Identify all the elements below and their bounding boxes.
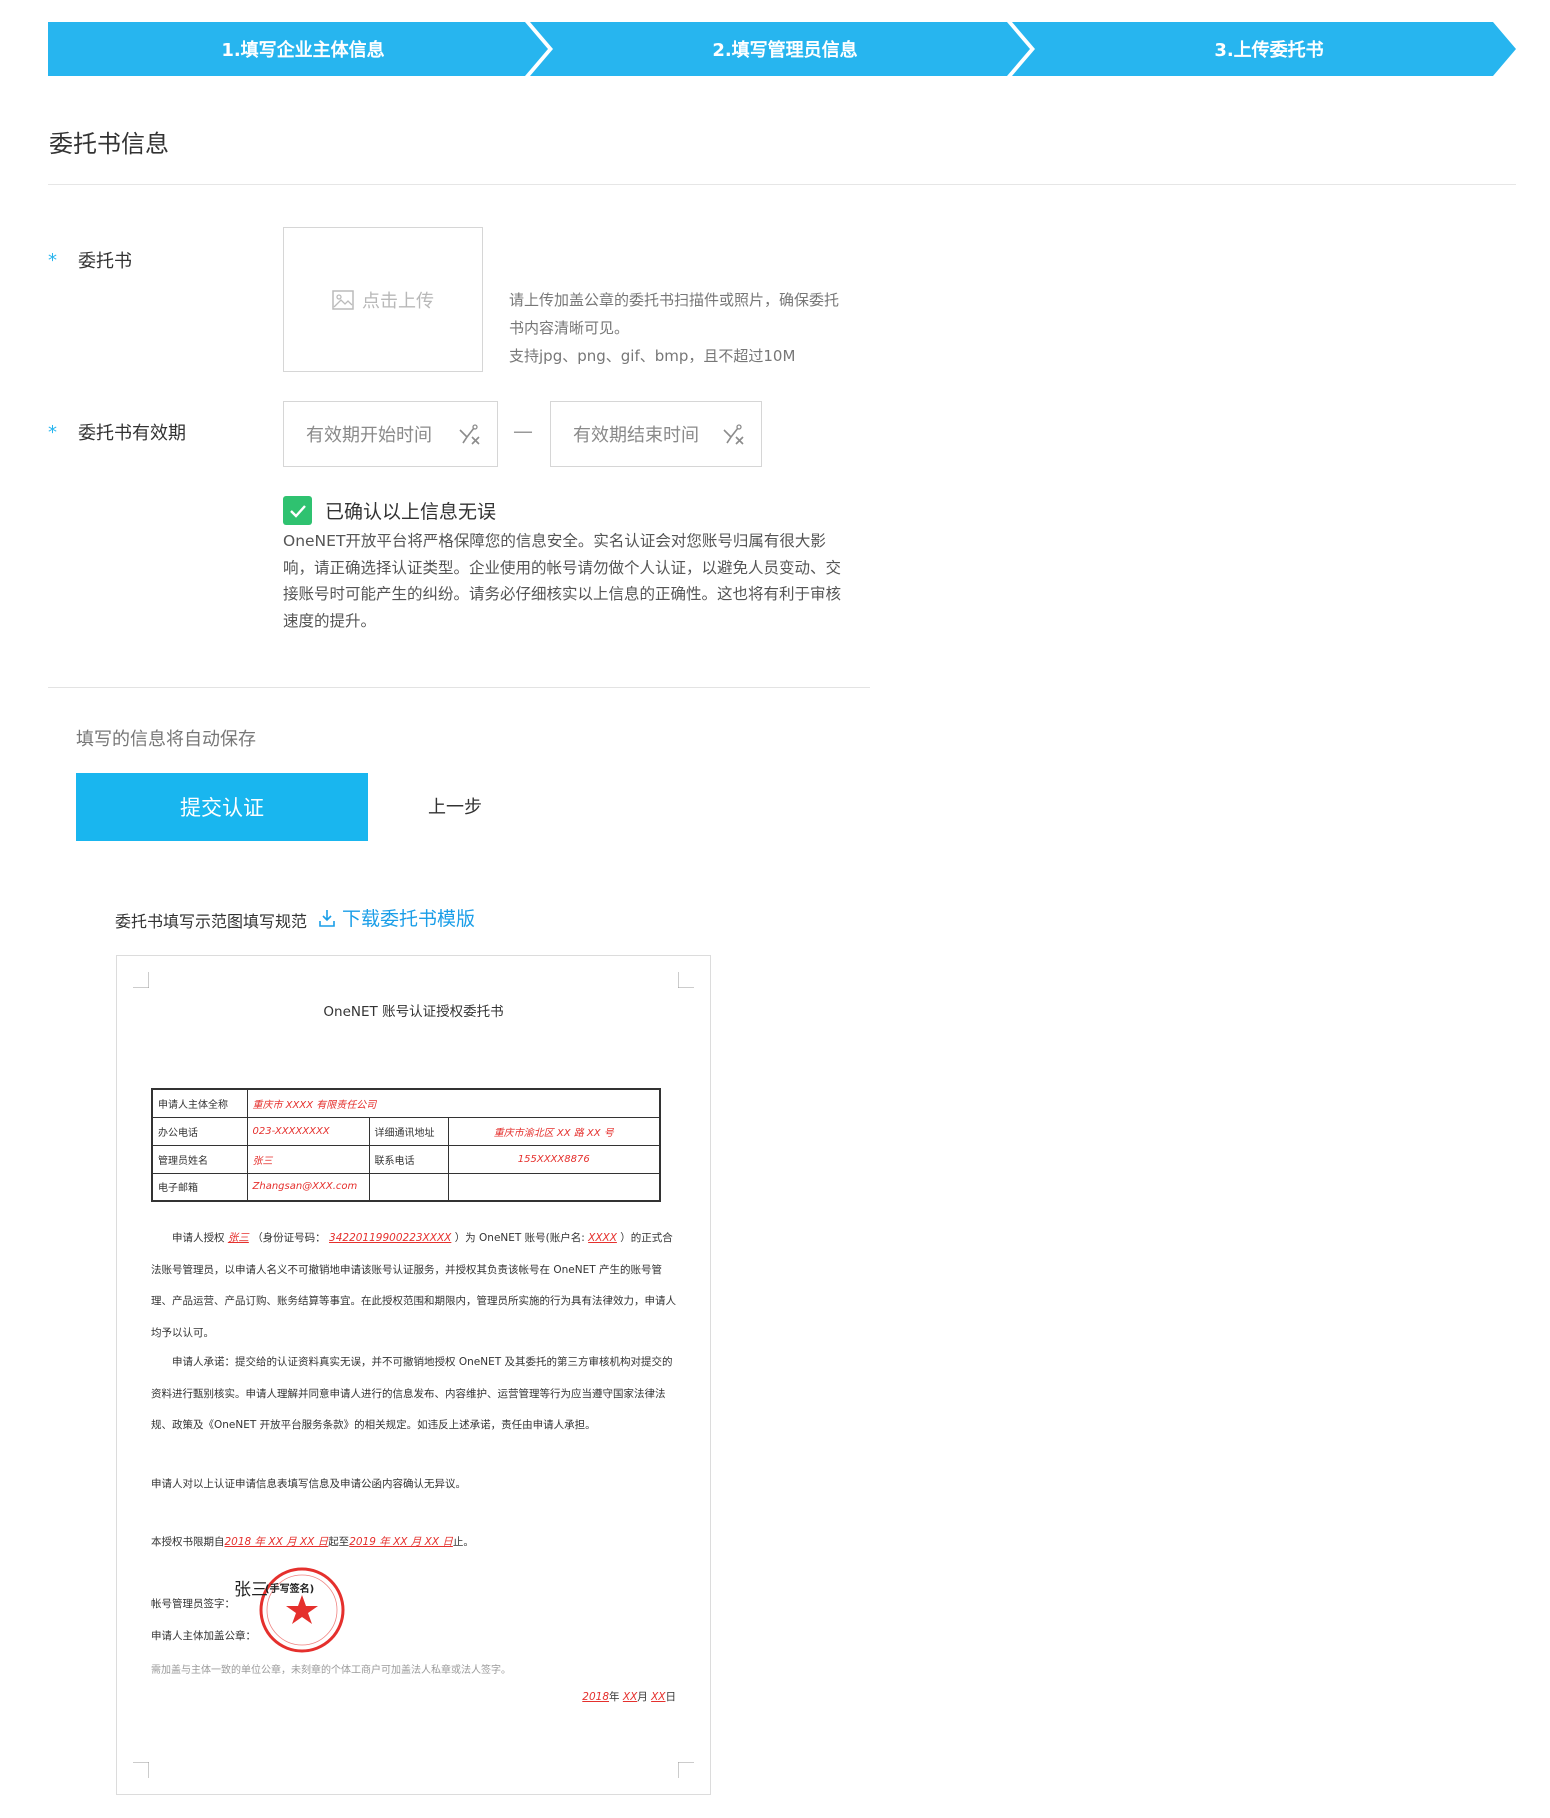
doc-text: 申请人授权 <box>172 1232 225 1244</box>
start-date-input[interactable]: 有效期开始时间 <box>283 401 498 467</box>
end-date-input[interactable]: 有效期结束时间 <box>550 401 762 467</box>
doc-period: 本授权书限期自2018 年 XX 月 XX 日起至2019 年 XX 月 XX … <box>151 1534 474 1549</box>
doc-text: ）的正式合法账号管理员，以申请人名义不可撤销地申请该账号认证服务，并授权其负责该… <box>151 1232 676 1339</box>
divider <box>48 184 1516 185</box>
doc-paragraph-3: 申请人对以上认证申请信息表填写信息及申请公函内容确认无异议。 <box>151 1478 466 1490</box>
doc-cell: 重庆市渝北区 XX 路 XX 号 <box>447 1116 661 1146</box>
check-icon <box>289 504 306 518</box>
upload-hint-text: 请上传加盖公章的委托书扫描件或照片，确保委托书内容清晰可见。 <box>509 291 840 337</box>
image-icon <box>332 289 354 310</box>
doc-text: 2018 年 XX 月 XX 日 <box>224 1536 329 1548</box>
doc-cell: 详细通讯地址 <box>368 1116 449 1146</box>
prev-step-button[interactable]: 上一步 <box>428 793 482 819</box>
divider <box>48 687 870 688</box>
security-notice: OneNET开放平台将严格保障您的信息安全。实名认证会对您账号归属有很大影响，请… <box>283 532 842 630</box>
sample-letter-image: OneNET 账号认证授权委托书 申请人主体全称 重庆市 XXXX 有限责任公司… <box>116 955 711 1795</box>
download-template-link[interactable]: 下载委托书模版 <box>318 904 475 931</box>
doc-seal-note: 需加盖与主体一致的单位公章，未刻章的个体工商户可加盖法人私章或法人签字。 <box>151 1665 511 1676</box>
doc-text: 34220119900223XXXX <box>329 1232 452 1244</box>
doc-sign-label: 帐号管理员签字： <box>151 1598 235 1610</box>
letter-label: 委托书 <box>78 251 132 272</box>
step-3-label: 3.上传委托书 <box>1214 40 1324 61</box>
doc-text: 起至 <box>328 1536 350 1548</box>
section-title: 委托书信息 <box>49 130 169 158</box>
doc-cell <box>368 1172 449 1202</box>
required-mark: * <box>48 422 57 443</box>
doc-text: 2018 <box>582 1691 610 1703</box>
step-2: 2.填写管理员信息 <box>530 22 1030 76</box>
doc-cell <box>447 1172 661 1202</box>
calendar-clear-icon[interactable] <box>721 422 747 448</box>
signature-note: (手写签名) <box>265 1584 315 1595</box>
doc-cell: 电子邮箱 <box>151 1172 248 1202</box>
template-label: 委托书填写示范图填写规范 <box>115 912 308 931</box>
step-2-label: 2.填写管理员信息 <box>712 40 858 61</box>
company-seal-image <box>259 1567 345 1653</box>
doc-cell: 管理员姓名 <box>151 1144 248 1174</box>
doc-seal-label: 申请人主体加盖公章： <box>151 1630 256 1642</box>
doc-paragraph-2: 申请人承诺：提交给的认证资料真实无误，并不可撤销地授权 OneNET 及其委托的… <box>151 1356 673 1431</box>
step-3: 3.上传委托书 <box>1012 22 1516 76</box>
doc-text: （身份证号码： <box>252 1232 326 1244</box>
upload-button[interactable]: 点击上传 <box>283 227 483 372</box>
progress-steps: 1.填写企业主体信息 2.填写管理员信息 3.上传委托书 <box>48 22 1516 76</box>
confirm-label[interactable]: 已确认以上信息无误 <box>325 497 496 524</box>
confirm-checkbox[interactable] <box>283 496 312 525</box>
start-date-placeholder: 有效期开始时间 <box>306 425 432 446</box>
doc-cell: 申请人主体全称 <box>151 1088 248 1118</box>
autosave-note: 填写的信息将自动保存 <box>76 729 256 750</box>
doc-text: ）为 OneNET 账号(账户名: <box>454 1232 585 1244</box>
crop-mark <box>133 1762 149 1778</box>
doc-text: XX <box>651 1691 666 1703</box>
doc-cell: 联系电话 <box>368 1144 449 1174</box>
date-separator: — <box>513 419 533 443</box>
doc-text: 日 <box>665 1691 677 1703</box>
calendar-clear-icon[interactable] <box>457 422 483 448</box>
submit-button[interactable]: 提交认证 <box>76 773 368 841</box>
doc-text: XX <box>622 1691 638 1703</box>
doc-cell: 155XXXX8876 <box>447 1144 661 1174</box>
doc-info-table: 申请人主体全称 重庆市 XXXX 有限责任公司 办公电话 023-XXXXXXX… <box>151 1088 661 1202</box>
signature: 张三 <box>234 1580 268 1600</box>
crop-mark <box>678 1762 694 1778</box>
crop-mark <box>678 972 694 988</box>
doc-cell: 办公电话 <box>151 1116 248 1146</box>
validity-label: 委托书有效期 <box>78 423 186 444</box>
download-icon <box>319 909 335 927</box>
doc-text: 2019 年 XX 月 XX 日 <box>349 1536 453 1548</box>
doc-text: 年 <box>609 1691 620 1703</box>
doc-text: 本授权书限期自 <box>151 1536 225 1548</box>
crop-mark <box>133 972 149 988</box>
doc-text: XXXX <box>588 1232 617 1244</box>
step-1: 1.填写企业主体信息 <box>48 22 548 76</box>
doc-cell: 重庆市 XXXX 有限责任公司 <box>246 1088 661 1118</box>
upload-label: 点击上传 <box>362 290 434 312</box>
doc-cell: Zhangsan@XXX.com <box>246 1172 370 1202</box>
doc-text: 张三 <box>227 1232 249 1244</box>
end-date-placeholder: 有效期结束时间 <box>573 425 699 446</box>
doc-cell: 023-XXXXXXXX <box>246 1116 370 1146</box>
step-1-label: 1.填写企业主体信息 <box>221 40 385 61</box>
upload-hint: 请上传加盖公章的委托书扫描件或照片，确保委托书内容清晰可见。 支持jpg、png… <box>509 286 853 370</box>
upload-format-text: 支持jpg、png、gif、bmp，且不超过10M <box>509 347 796 365</box>
doc-title: OneNET 账号认证授权委托书 <box>323 1004 504 1020</box>
doc-paragraph-1: 申请人授权 张三 （身份证号码： 34220119900223XXXX ）为 O… <box>151 1223 681 1349</box>
required-mark: * <box>48 250 57 271</box>
doc-text: 止。 <box>452 1536 474 1548</box>
download-template-label: 下载委托书模版 <box>342 908 476 930</box>
doc-date: 2018年 XX月 XX日 <box>582 1689 676 1704</box>
doc-cell: 张三 <box>246 1144 370 1174</box>
doc-text: 月 <box>637 1691 648 1703</box>
